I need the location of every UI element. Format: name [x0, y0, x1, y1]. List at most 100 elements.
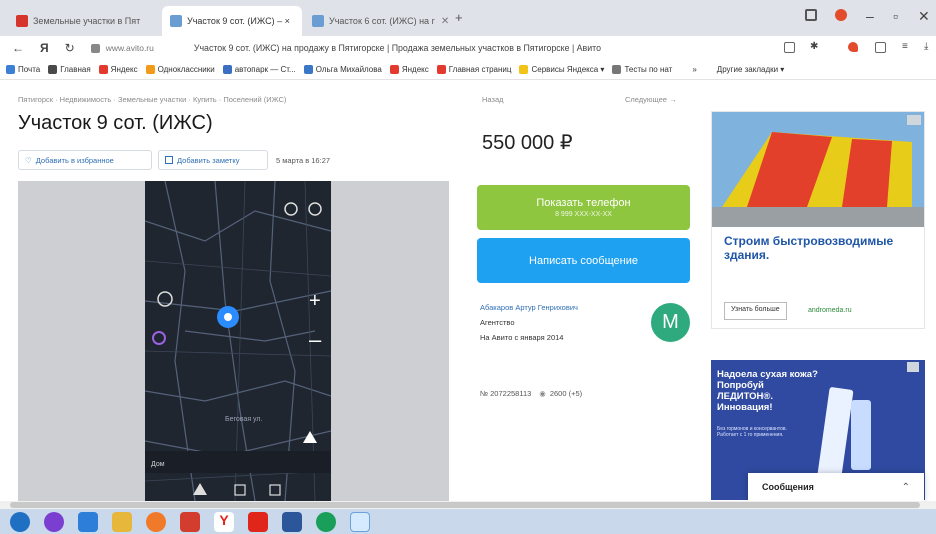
bookmark-label: Главная страниц	[448, 65, 512, 74]
eye-icon: ◉	[539, 389, 546, 398]
bookmark-item[interactable]: Яндекс	[98, 65, 138, 74]
show-phone-button[interactable]: Показать телефон 8 999 XXX-XX-XX	[477, 185, 690, 230]
bookmark-favicon-icon	[389, 65, 399, 74]
bookmark-item[interactable]: Главная	[48, 65, 91, 74]
bookmark-favicon-icon	[436, 65, 446, 74]
show-phone-label: Показать телефон	[536, 197, 631, 209]
add-to-favorites-label: Добавить в избранное	[35, 155, 114, 165]
word-icon[interactable]	[282, 512, 302, 532]
system-tray[interactable]	[790, 517, 880, 527]
messages-label: Сообщения	[762, 482, 814, 492]
bookmark-label: Сервисы Яндекса ▾	[531, 65, 605, 74]
price: 550 000 ₽	[482, 132, 573, 154]
listing-photo[interactable]: + – Дом Беговая ул.	[145, 181, 331, 501]
messages-widget[interactable]: Сообщения ⌃	[748, 473, 924, 501]
bookmark-label: Одноклассники	[157, 65, 215, 74]
bookmark-item[interactable]: Тесты по нат	[612, 65, 672, 74]
close-window-icon[interactable]: ✕	[918, 8, 930, 25]
tab-bar: Земельные участки в Пят Участок 9 сот. (…	[0, 0, 936, 36]
opera-icon[interactable]	[248, 512, 268, 532]
bookmark-item[interactable]: »	[680, 65, 697, 74]
bookmark-item[interactable]: Другие закладки ▾	[704, 65, 785, 74]
url-field[interactable]: www.avito.ru	[106, 43, 154, 53]
bookmark-item[interactable]: Ольга Михайлова	[303, 65, 382, 74]
chat-icon[interactable]	[316, 512, 336, 532]
bookmark-label: Яндекс	[401, 65, 429, 74]
menu-icon[interactable]: ≡	[902, 41, 908, 52]
protect-icon[interactable]	[848, 42, 858, 52]
collections-icon[interactable]	[805, 9, 817, 21]
seller-since: На Авито с января 2014	[480, 333, 564, 342]
write-message-button[interactable]: Написать сообщение	[477, 238, 690, 283]
horizontal-scrollbar[interactable]	[0, 501, 936, 509]
seller-type: Агентство	[480, 318, 515, 327]
next-listing-link[interactable]: Следующее →	[625, 95, 677, 104]
posted-date: 5 марта в 16:27	[276, 156, 331, 165]
bookmark-item[interactable]: Одноклассники	[145, 65, 215, 74]
bookmark-favicon-icon	[303, 65, 313, 74]
add-to-favorites-button[interactable]: ♡ Добавить в избранное	[18, 150, 152, 170]
ad1-site[interactable]: andromeda.ru	[808, 307, 852, 314]
bookmark-favicon-icon	[704, 65, 714, 74]
avatar[interactable]: М	[651, 303, 690, 342]
seller-name[interactable]: Абакаров Артур Генрихович	[480, 303, 645, 312]
phone-mask: 8 999 XXX-XX-XX	[555, 211, 612, 218]
breadcrumb[interactable]: Пятигорск · Недвижимость · Земельные уча…	[18, 95, 286, 104]
reader-icon[interactable]	[784, 42, 795, 53]
bookmark-item[interactable]: Сервисы Яндекса ▾	[519, 65, 604, 74]
new-tab-button[interactable]: +	[455, 10, 463, 25]
clock[interactable]	[895, 514, 927, 530]
tab-2-label: Участок 9 сот. (ИЖС) – ×	[187, 16, 290, 26]
assistant-icon[interactable]	[44, 512, 64, 532]
page-title-in-address[interactable]: Участок 9 сот. (ИЖС) на продажу в Пятиго…	[194, 43, 714, 53]
add-note-button[interactable]: Добавить заметку	[158, 150, 268, 170]
bookmark-item[interactable]: Главная страниц	[436, 65, 512, 74]
map-street-label: Беговая ул.	[225, 416, 262, 423]
ad1-learn-more-button[interactable]: Узнать больше	[724, 302, 787, 320]
bookmark-item[interactable]: Яндекс	[389, 65, 429, 74]
ad2-title: Надоела сухая кожа? Попробуй ЛЕДИТОН®. И…	[717, 369, 818, 413]
bookmark-label: Почта	[18, 65, 41, 74]
window-icon[interactable]	[350, 512, 370, 532]
close-tab-icon[interactable]: ✕	[435, 16, 449, 27]
bookmark-item[interactable]: Почта	[6, 65, 40, 74]
tab-1[interactable]: Земельные участки в Пят	[8, 6, 158, 36]
scrollbar-thumb[interactable]	[10, 502, 920, 508]
bookmark-label: Ольга Михайлова	[315, 65, 382, 74]
ad-info-icon[interactable]	[907, 362, 919, 372]
bookmark-label: Тесты по нат	[624, 65, 673, 74]
tab-2[interactable]: Участок 9 сот. (ИЖС) – ×	[162, 6, 302, 36]
maximize-icon[interactable]: ▫	[893, 8, 898, 24]
listing-meta: № 2072258113 ◉ 2600 (+5)	[480, 389, 582, 398]
minimize-icon[interactable]: –	[866, 8, 874, 24]
bookmark-favicon-icon	[48, 65, 58, 74]
chevron-up-icon[interactable]: ⌃	[902, 482, 910, 493]
ie-icon[interactable]	[78, 512, 98, 532]
map-screenshot-image: + – Дом Беговая ул.	[145, 181, 331, 501]
svg-text:+: +	[309, 290, 321, 312]
back-arrow-icon[interactable]: ←	[12, 41, 24, 55]
bookmarks-bar: Почта Главная Яндекс Одноклассники автопарк …	[0, 60, 936, 80]
notification-icon[interactable]	[835, 9, 847, 21]
ad1-title[interactable]: Строим быстровозводимые здания.	[724, 234, 914, 263]
bookmark-label: Другие закладки ▾	[716, 65, 785, 74]
bookmark-icon[interactable]: ✱	[810, 41, 818, 52]
tab-3[interactable]: Участок 6 сот. (ИЖС) на г ✕	[304, 6, 449, 36]
yandex-browser-icon[interactable]: Y	[214, 512, 234, 532]
note-icon	[165, 156, 173, 164]
app-icon[interactable]	[180, 512, 200, 532]
back-link[interactable]: Назад	[482, 95, 504, 104]
yandex-logo-icon[interactable]: Я	[40, 41, 49, 55]
media-icon[interactable]	[146, 512, 166, 532]
bookmark-item[interactable]: автопарк — Ст...	[222, 65, 296, 74]
download-icon[interactable]: ⤓	[924, 41, 928, 52]
sidebar-icon[interactable]	[875, 42, 886, 53]
reload-icon[interactable]: ↻	[65, 41, 75, 55]
address-bar: ← Я ↻ www.avito.ru Участок 9 сот. (ИЖС) …	[0, 36, 936, 60]
ad-banner-construction[interactable]: Строим быстровозводимые здания. Узнать б…	[711, 111, 925, 329]
explorer-icon[interactable]	[112, 512, 132, 532]
bookmark-label: Главная	[60, 65, 91, 74]
bookmark-favicon-icon	[98, 65, 108, 74]
start-icon[interactable]	[10, 512, 30, 532]
page-title: Участок 9 сот. (ИЖС)	[18, 112, 213, 134]
